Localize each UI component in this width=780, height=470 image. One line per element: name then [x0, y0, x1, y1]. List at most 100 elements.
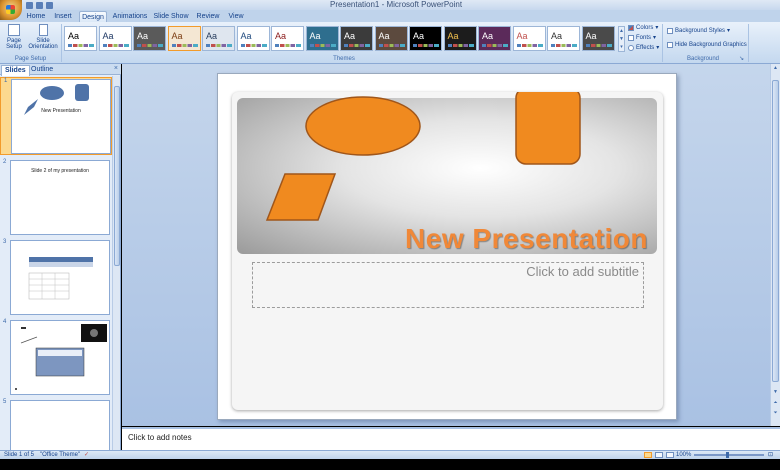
colors-icon — [628, 25, 634, 31]
background-styles-button[interactable]: Background Styles ▾ — [667, 27, 730, 35]
notes-placeholder: Click to add notes — [128, 433, 192, 442]
scrollbar-thumb[interactable] — [772, 80, 779, 382]
slide-thumbnail-4[interactable]: 4 — [0, 319, 112, 397]
theme-thumbnail[interactable]: Aa — [374, 26, 408, 51]
theme-thumbnail[interactable]: Aa — [478, 26, 511, 51]
tab-insert[interactable]: Insert — [50, 11, 76, 22]
fit-to-window-icon[interactable]: ⊡ — [768, 452, 773, 459]
save-icon[interactable] — [26, 1, 33, 9]
effects-label: Effects — [636, 45, 655, 51]
slide-thumbnail-2[interactable]: 2 Slide 2 of my presentation — [0, 159, 112, 237]
theme-thumbnail[interactable]: Aa — [64, 26, 97, 51]
slide-sorter-button[interactable] — [655, 452, 663, 458]
theme-thumbnail[interactable]: Aa — [236, 26, 270, 51]
colors-button[interactable]: Colors ▾ — [628, 24, 658, 32]
theme-status: "Office Theme" — [40, 452, 81, 458]
panel-tabs: Slides Outline × — [0, 64, 121, 76]
background-styles-label: Background Styles — [675, 28, 726, 34]
slide-orientation-button[interactable]: Slide Orientation — [28, 24, 58, 50]
theme-sample-text: Aa — [516, 31, 528, 41]
fonts-label: Fonts — [636, 35, 652, 41]
theme-sample-text: Aa — [413, 31, 425, 41]
quick-access-toolbar — [26, 0, 53, 10]
subtitle-placeholder-text: Click to add subtitle — [526, 264, 639, 279]
subtitle-placeholder[interactable]: Click to add subtitle — [252, 262, 644, 308]
page-setup-button[interactable]: Page Setup — [2, 24, 26, 50]
theme-thumbnail[interactable]: Aa — [409, 26, 442, 51]
previous-slide-icon[interactable]: ⏶ — [772, 400, 779, 408]
next-slide-icon[interactable]: ⏷ — [772, 410, 779, 418]
slide-preview — [10, 320, 110, 395]
theme-thumbnail[interactable]: Aa — [202, 26, 235, 51]
title-bar: Presentation1 - Microsoft PowerPoint — [0, 0, 780, 20]
slide-thumbnail-1[interactable]: 1 New Presentation — [0, 77, 112, 155]
group-label-themes: Themes — [333, 56, 355, 62]
group-label-page-setup: Page Setup — [14, 56, 47, 62]
theme-thumbnail[interactable]: Aa — [167, 26, 201, 51]
effects-button[interactable]: Effects ▾ — [628, 44, 659, 52]
close-panel-icon[interactable]: × — [114, 65, 118, 72]
redo-icon[interactable] — [46, 1, 53, 9]
tab-view[interactable]: View — [225, 11, 247, 22]
theme-thumbnail[interactable]: Aa — [340, 26, 373, 51]
tab-slide-show[interactable]: Slide Show — [152, 11, 190, 22]
theme-color-bars — [551, 44, 577, 47]
theme-color-bars — [137, 44, 163, 47]
theme-color-bars — [240, 44, 267, 47]
theme-color-bars — [206, 44, 232, 47]
background-styles-icon — [667, 28, 673, 34]
undo-icon[interactable] — [36, 1, 43, 9]
zoom-slider[interactable] — [694, 454, 764, 456]
theme-thumbnail[interactable]: Aa — [581, 26, 615, 51]
fonts-icon — [628, 35, 634, 41]
parallelogram-shape[interactable] — [265, 173, 337, 221]
theme-thumbnail[interactable]: Aa — [305, 26, 339, 51]
dialog-launcher-icon[interactable]: ↘ — [739, 55, 744, 62]
theme-thumbnail[interactable]: Aa — [133, 26, 166, 51]
theme-color-bars — [585, 44, 612, 47]
notes-pane[interactable]: Click to add notes — [122, 427, 780, 450]
rounded-rectangle-shape[interactable] — [515, 92, 581, 165]
theme-thumbnail[interactable]: Aa — [271, 26, 304, 51]
themes-scroll[interactable]: ▲ ▼ ▾ — [618, 26, 625, 52]
tab-design[interactable]: Design — [79, 11, 107, 22]
zoom-slider-handle[interactable] — [726, 452, 729, 458]
theme-sample-text: Aa — [102, 31, 114, 41]
vertical-scrollbar[interactable]: ▲ ▼ ⏶ ⏷ — [770, 64, 780, 426]
checkbox-icon[interactable] — [667, 42, 673, 48]
scroll-down-icon[interactable]: ▼ — [772, 389, 779, 397]
slide-thumbnail-5[interactable]: 5 — [0, 399, 112, 452]
theme-thumbnail[interactable]: Aa — [547, 26, 580, 51]
ellipse-shape[interactable] — [305, 96, 421, 156]
scroll-up-icon[interactable]: ▲ — [772, 65, 779, 73]
tab-review[interactable]: Review — [194, 11, 222, 22]
thumbnail-shapes — [24, 84, 89, 115]
theme-thumbnail[interactable]: Aa — [512, 26, 546, 51]
tab-slides[interactable]: Slides — [1, 65, 30, 76]
theme-color-bars — [378, 44, 405, 47]
tab-animations[interactable]: Animations — [110, 11, 150, 22]
hide-background-checkbox[interactable]: Hide Background Graphics — [667, 41, 747, 49]
panel-scrollbar[interactable] — [112, 76, 120, 450]
slide-canvas[interactable]: New Presentation Click to add subtitle — [217, 73, 677, 420]
slide-show-button[interactable] — [666, 452, 674, 458]
tab-home[interactable]: Home — [24, 11, 48, 22]
zoom-level[interactable]: 100% — [676, 452, 691, 459]
colors-label: Colors — [636, 25, 654, 31]
slide-number: 1 — [4, 78, 8, 84]
theme-sample-text: Aa — [68, 31, 80, 41]
theme-color-bars — [68, 44, 94, 47]
normal-view-button[interactable] — [644, 452, 652, 458]
slide-title[interactable]: New Presentation — [405, 223, 648, 255]
theme-thumbnail[interactable]: Aa — [98, 26, 132, 51]
fonts-button[interactable]: Fonts ▾ — [628, 34, 656, 42]
page-setup-icon — [8, 24, 20, 36]
tab-outline[interactable]: Outline — [28, 65, 56, 75]
theme-thumbnail[interactable]: Aa — [443, 26, 477, 51]
slide-thumbnail-3[interactable]: 3 — [0, 239, 112, 317]
theme-sample-text: Aa — [585, 31, 597, 41]
scrollbar-thumb[interactable] — [114, 86, 120, 266]
slide-number: 4 — [3, 319, 7, 325]
spell-check-icon[interactable]: ✓ — [84, 452, 89, 459]
thumb-rounded-rect — [75, 84, 89, 101]
